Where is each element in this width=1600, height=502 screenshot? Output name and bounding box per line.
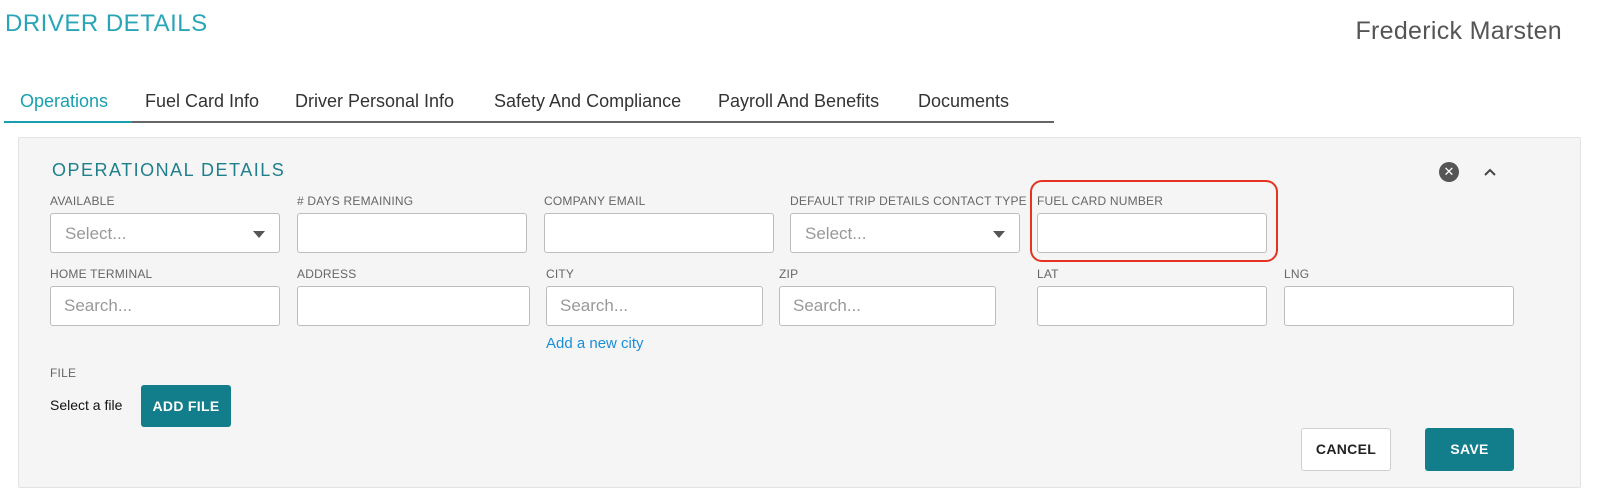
zip-input[interactable] <box>780 287 995 325</box>
dropdown-caret-icon <box>993 231 1005 238</box>
days-remaining-field[interactable] <box>297 213 527 253</box>
fuel-card-number-field[interactable] <box>1037 213 1267 253</box>
company-email-field[interactable] <box>544 213 774 253</box>
tab-operations[interactable]: Operations <box>20 91 108 112</box>
default-trip-contact-placeholder: Select... <box>805 224 867 243</box>
tab-bar: Operations Fuel Card Info Driver Persona… <box>4 91 1054 123</box>
zip-label: ZIP <box>779 267 799 281</box>
tab-documents[interactable]: Documents <box>918 91 1009 112</box>
zip-field[interactable] <box>779 286 996 326</box>
tab-payroll-and-benefits[interactable]: Payroll And Benefits <box>718 91 879 112</box>
available-label: AVAILABLE <box>50 194 115 208</box>
default-trip-contact-select[interactable]: Select... <box>790 213 1020 253</box>
select-file-text: Select a file <box>50 397 123 413</box>
add-new-city-link[interactable]: Add a new city <box>546 335 644 352</box>
dropdown-caret-icon <box>253 231 265 238</box>
lng-label: LNG <box>1284 267 1310 281</box>
active-tab-indicator <box>4 121 132 123</box>
lat-input[interactable] <box>1038 287 1266 325</box>
cancel-button[interactable]: CANCEL <box>1301 428 1391 471</box>
lng-input[interactable] <box>1285 287 1513 325</box>
tab-bar-divider <box>4 121 1054 123</box>
available-select-placeholder: Select... <box>65 224 127 243</box>
company-email-label: COMPANY EMAIL <box>544 194 646 208</box>
company-email-input[interactable] <box>545 214 773 252</box>
days-remaining-label: # DAYS REMAINING <box>297 194 414 208</box>
close-circle-icon[interactable]: ✕ <box>1439 162 1459 182</box>
city-label: CITY <box>546 267 575 281</box>
default-trip-contact-label: DEFAULT TRIP DETAILS CONTACT TYPE <box>790 194 1027 208</box>
page-title: DRIVER DETAILS <box>5 10 208 37</box>
file-label: FILE <box>50 366 77 380</box>
save-button[interactable]: SAVE <box>1425 428 1514 471</box>
add-file-button[interactable]: ADD FILE <box>141 385 231 427</box>
tab-safety-and-compliance[interactable]: Safety And Compliance <box>494 91 681 112</box>
tab-fuel-card-info[interactable]: Fuel Card Info <box>145 91 259 112</box>
fuel-card-number-label: FUEL CARD NUMBER <box>1037 194 1164 208</box>
address-label: ADDRESS <box>297 267 357 281</box>
fuel-card-number-input[interactable] <box>1038 214 1266 252</box>
chevron-up-icon[interactable] <box>1479 161 1501 183</box>
city-field[interactable] <box>546 286 763 326</box>
driver-name: Frederick Marsten <box>1355 17 1562 45</box>
home-terminal-label: HOME TERMINAL <box>50 267 153 281</box>
available-select[interactable]: Select... <box>50 213 280 253</box>
home-terminal-field[interactable] <box>50 286 280 326</box>
address-input[interactable] <box>298 287 529 325</box>
lng-field[interactable] <box>1284 286 1514 326</box>
city-input[interactable] <box>547 287 762 325</box>
home-terminal-input[interactable] <box>51 287 279 325</box>
address-field[interactable] <box>297 286 530 326</box>
lat-label: LAT <box>1037 267 1059 281</box>
days-remaining-input[interactable] <box>298 214 526 252</box>
operational-details-panel: OPERATIONAL DETAILS ✕ AVAILABLE # DAYS R… <box>18 137 1581 488</box>
section-title: OPERATIONAL DETAILS <box>52 160 286 180</box>
tab-driver-personal-info[interactable]: Driver Personal Info <box>295 91 454 112</box>
lat-field[interactable] <box>1037 286 1267 326</box>
